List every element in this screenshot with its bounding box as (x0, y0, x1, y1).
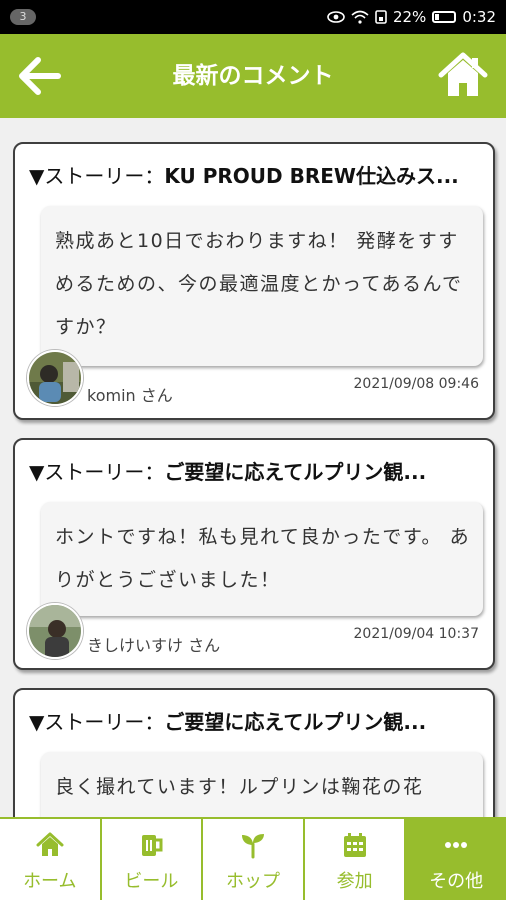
nav-beer[interactable]: ビール (102, 819, 204, 900)
comment-list[interactable]: ▼ストーリー：KU PROUD BREW仕込みス... 熟成あと10日でおわりま… (0, 118, 506, 817)
nav-home[interactable]: ホーム (0, 819, 102, 900)
comment-text: 熟成あと10日でおわりますね！ 発酵をすすめるための、今の最適温度とかってあるん… (41, 206, 483, 366)
story-title[interactable]: ▼ストーリー：ご要望に応えてルプリン観... (29, 706, 485, 735)
comment-date: 2021/09/08 09:46 (353, 376, 480, 392)
home-icon (438, 52, 488, 96)
wifi-icon (351, 10, 369, 24)
nav-join-label: 参加 (336, 871, 373, 892)
story-name: ご要望に応えてルプリン観... (164, 710, 427, 734)
comment-author: きしけいすけ さん (87, 636, 221, 655)
avatar (27, 350, 83, 406)
nav-home-label: ホーム (23, 871, 77, 892)
story-prefix: ▼ストーリー： (29, 460, 165, 484)
signal-icon (375, 10, 387, 24)
comment-card[interactable]: ▼ストーリー：KU PROUD BREW仕込みス... 熟成あと10日でおわりま… (13, 142, 495, 420)
avatar (27, 603, 83, 659)
status-icons: 22% 0:32 (327, 0, 496, 34)
nav-other[interactable]: その他 (406, 819, 506, 900)
clock: 0:32 (462, 8, 496, 26)
comment-text: ホントですね！私も見れて良かったです。 ありがとうございました！ (41, 502, 483, 616)
story-prefix: ▼ストーリー： (29, 710, 165, 734)
nav-hop-label: ホップ (225, 871, 280, 892)
story-name: ご要望に応えてルプリン観... (164, 460, 427, 484)
story-name: KU PROUD BREW仕込みス... (164, 164, 459, 188)
battery-percent: 22% (392, 8, 427, 26)
story-title[interactable]: ▼ストーリー：ご要望に応えてルプリン観... (29, 456, 485, 485)
sprout-icon (241, 834, 264, 859)
comment-author: komin さん (87, 386, 173, 405)
comment-card[interactable]: ▼ストーリー：ご要望に応えてルプリン観... 良く撮れています！ルプリンは鞠花の… (13, 688, 495, 817)
comment-date: 2021/09/04 10:37 (353, 626, 480, 642)
nav-other-label: その他 (429, 871, 484, 892)
home-icon (36, 832, 64, 856)
battery-icon (432, 11, 457, 23)
more-dots-icon (445, 842, 468, 848)
nav-beer-label: ビール (124, 871, 179, 892)
status-bar: 3 22% 0:32 (0, 0, 506, 34)
story-prefix: ▼ストーリー： (29, 164, 165, 188)
bottom-navigation: ホーム ビール ホップ 参加 その他 (0, 817, 506, 900)
story-title[interactable]: ▼ストーリー：KU PROUD BREW仕込みス... (29, 160, 485, 189)
app-header: 最新のコメント (0, 34, 506, 118)
eye-icon (327, 11, 345, 23)
home-button[interactable] (438, 52, 488, 98)
comment-text: 良く撮れています！ルプリンは鞠花の花 (41, 752, 483, 817)
calendar-icon (343, 833, 366, 857)
beer-mug-icon (142, 835, 163, 856)
page-title: 最新のコメント (172, 63, 334, 89)
nav-join[interactable]: 参加 (305, 819, 407, 900)
comment-card[interactable]: ▼ストーリー：ご要望に応えてルプリン観... ホントですね！私も見れて良かったで… (13, 438, 495, 670)
nav-hop[interactable]: ホップ (203, 819, 305, 900)
notification-count-badge: 3 (10, 9, 36, 25)
